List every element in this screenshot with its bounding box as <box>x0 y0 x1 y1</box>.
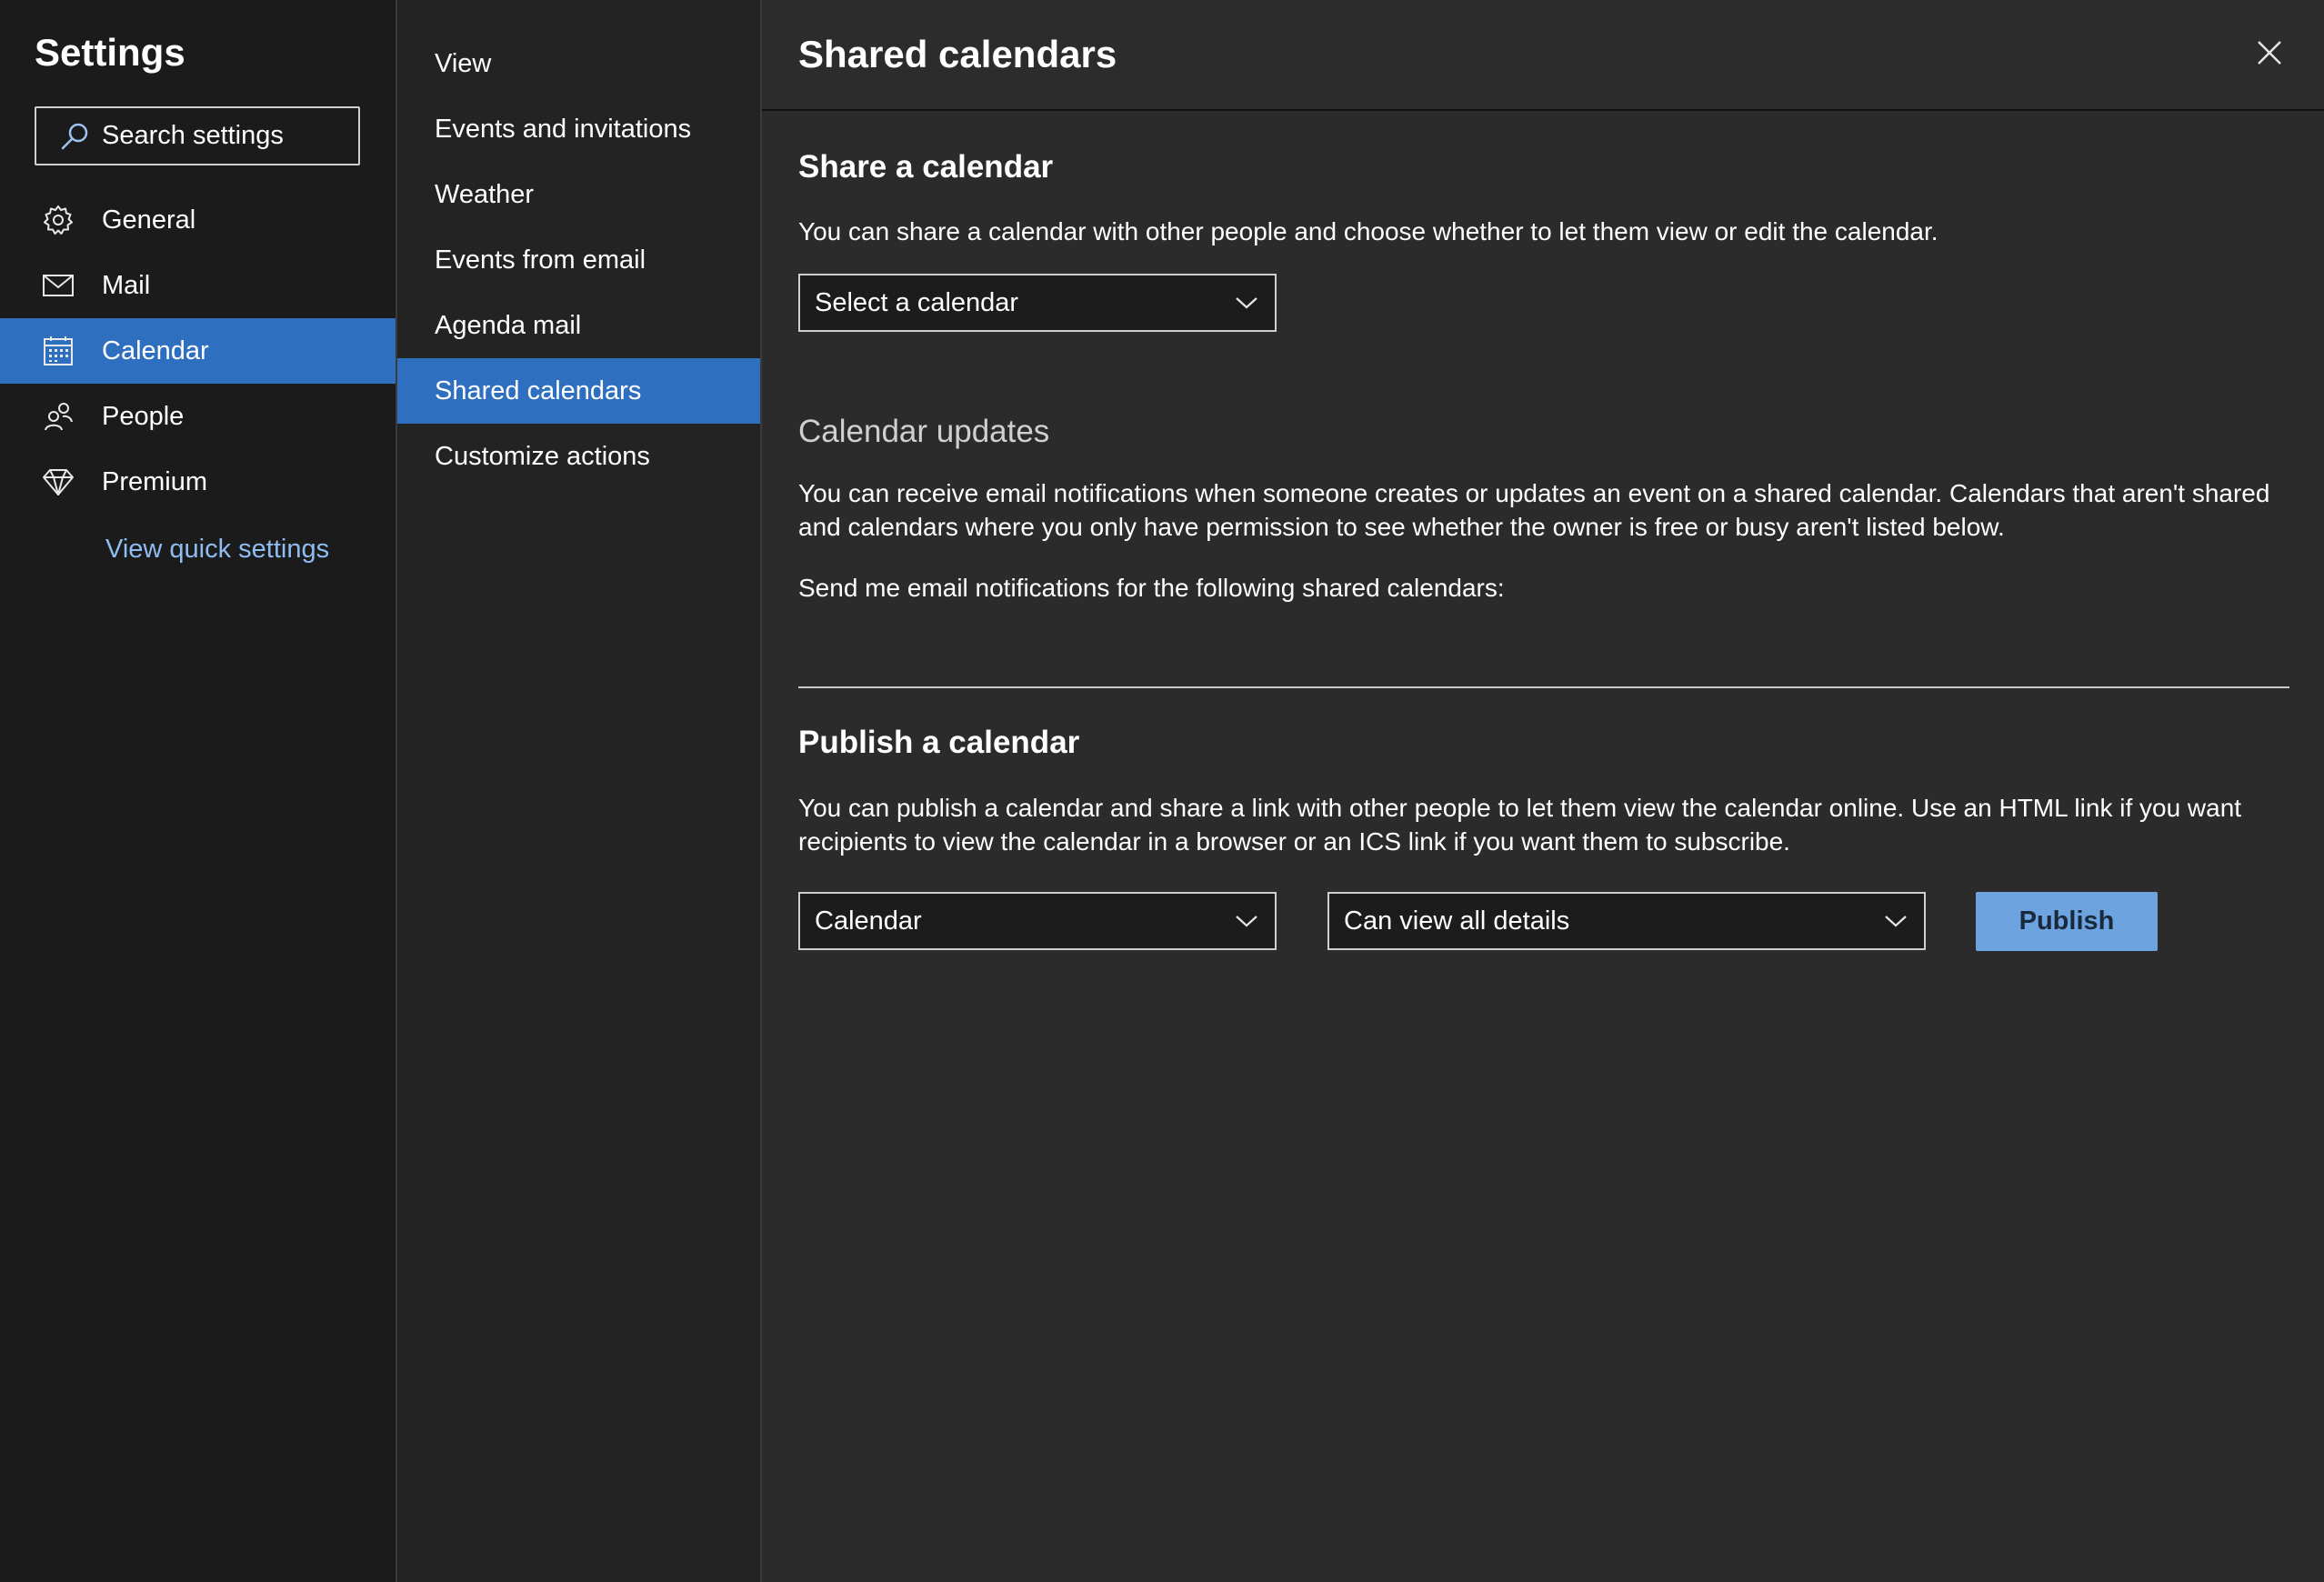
permission-value: Can view all details <box>1344 906 1570 936</box>
subnav-item-events-from-email[interactable]: Events from email <box>397 227 760 293</box>
select-calendar-value: Select a calendar <box>815 287 1019 317</box>
pane-title: Shared calendars <box>798 33 1117 75</box>
chevron-down-icon <box>1233 289 1260 316</box>
permission-dropdown[interactable]: Can view all details <box>1327 892 1926 950</box>
nav-item-premium[interactable]: Premium <box>0 449 396 515</box>
section-divider <box>798 686 2289 688</box>
publish-calendar-value: Calendar <box>815 906 922 936</box>
nav-item-calendar[interactable]: Calendar <box>0 318 396 384</box>
subnav-item-customize-actions[interactable]: Customize actions <box>397 424 760 489</box>
people-icon <box>40 398 76 435</box>
nav-label-calendar: Calendar <box>102 335 209 365</box>
nav-label-premium: Premium <box>102 466 208 496</box>
share-calendar-heading: Share a calendar <box>798 149 1054 185</box>
subnav-item-events-and-invitations[interactable]: Events and invitations <box>397 96 760 162</box>
nav-item-mail[interactable]: Mail <box>0 253 396 318</box>
calendar-updates-description: You can receive email notifications when… <box>798 479 2270 541</box>
subnav-item-weather[interactable]: Weather <box>397 162 760 227</box>
chevron-down-icon <box>1233 907 1260 935</box>
subnav-item-agenda-mail[interactable]: Agenda mail <box>397 293 760 358</box>
share-calendar-description: You can share a calendar with other peop… <box>798 217 1938 245</box>
settings-sidebar: Settings Search settings General Mail Ca… <box>0 0 396 1582</box>
close-button[interactable] <box>2251 36 2288 73</box>
chevron-down-icon <box>1882 907 1909 935</box>
publish-calendar-heading: Publish a calendar <box>798 725 1080 760</box>
mail-icon <box>40 267 76 304</box>
close-icon <box>2256 39 2283 71</box>
nav-item-people[interactable]: People <box>0 384 396 449</box>
nav-label-general: General <box>102 205 196 235</box>
search-icon <box>58 119 93 154</box>
publish-calendar-dropdown[interactable]: Calendar <box>798 892 1277 950</box>
search-placeholder: Search settings <box>102 121 284 150</box>
notifications-label: Send me email notifications for the foll… <box>798 574 1505 602</box>
pane-header: Shared calendars <box>762 0 2324 111</box>
select-calendar-dropdown[interactable]: Select a calendar <box>798 274 1277 332</box>
publish-button[interactable]: Publish <box>1976 892 2158 951</box>
settings-title: Settings <box>35 31 185 74</box>
gear-icon <box>40 202 76 238</box>
calendar-icon <box>40 333 76 369</box>
calendar-updates-heading: Calendar updates <box>798 414 1050 449</box>
subnav-item-view[interactable]: View <box>397 31 760 96</box>
shared-calendars-pane: Shared calendars Share a calendar You ca… <box>762 0 2324 1582</box>
search-input[interactable]: Search settings <box>35 106 360 165</box>
nav-label-mail: Mail <box>102 270 151 300</box>
nav-label-people: People <box>102 401 185 431</box>
subnav-item-shared-calendars[interactable]: Shared calendars <box>397 358 760 424</box>
diamond-icon <box>40 464 76 500</box>
view-quick-settings-link[interactable]: View quick settings <box>105 535 329 565</box>
publish-calendar-description: You can publish a calendar and share a l… <box>798 794 2242 856</box>
calendar-subnav: View Events and invitations Weather Even… <box>397 0 760 1582</box>
nav-item-general[interactable]: General <box>0 187 396 253</box>
